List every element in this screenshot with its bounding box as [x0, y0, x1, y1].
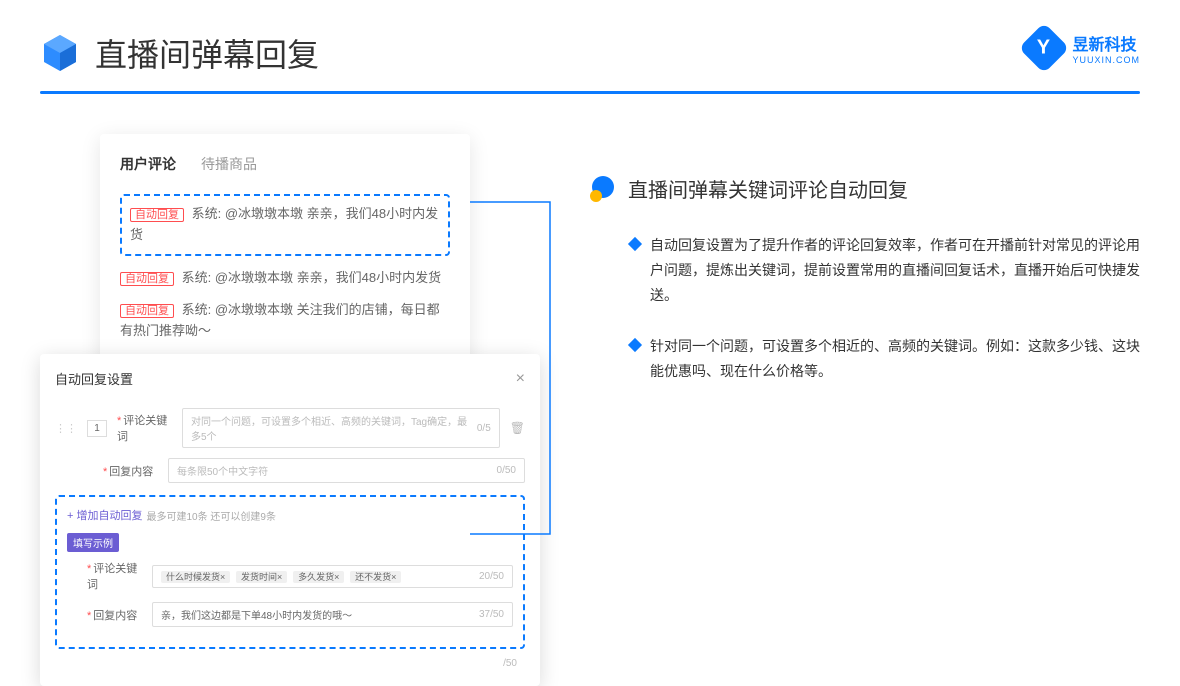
brand-icon: Y — [1019, 23, 1070, 74]
highlighted-comment: 自动回复 系统: @冰墩墩本墩 亲亲，我们48小时内发货 — [120, 194, 450, 256]
screenshot-panel: 用户评论 待播商品 自动回复 系统: @冰墩墩本墩 亲亲，我们48小时内发货 自… — [40, 134, 540, 409]
page-header: 直播间弹幕回复 — [0, 0, 1180, 91]
add-reply-link[interactable]: + 增加自动回复 最多可建10条 还可以创建9条 — [67, 507, 513, 523]
section-title: 直播间弹幕关键词评论自动回复 — [628, 174, 908, 203]
comment-text: 系统: @冰墩墩本墩 亲亲，我们48小时内发货 — [182, 270, 442, 285]
tab-products[interactable]: 待播商品 — [201, 154, 257, 174]
row-number: 1 — [87, 420, 107, 437]
settings-title: 自动回复设置 — [55, 369, 133, 388]
auto-reply-tag: 自动回复 — [120, 304, 174, 318]
bullet-text: 自动回复设置为了提升作者的评论回复效率，作者可在开播前针对常见的评论用户问题，提… — [650, 233, 1140, 309]
content-label: 回复内容 — [109, 466, 153, 478]
ex-keyword-label: 评论关键词 — [87, 563, 137, 591]
bullet-text: 针对同一个问题，可设置多个相近的、高频的关键词。例如：这款多少钱、这块能优惠吗、… — [650, 334, 1140, 384]
settings-card: 自动回复设置 × ⋮⋮ 1 *评论关键词 对同一个问题，可设置多个相近、高频的关… — [40, 354, 540, 686]
tab-comments[interactable]: 用户评论 — [120, 154, 176, 174]
trash-icon[interactable]: 🗑 — [510, 421, 525, 435]
keyword-input[interactable]: 对同一个问题，可设置多个相近、高频的关键词，Tag确定，最多5个0/5 — [182, 408, 500, 448]
keyword-label: 评论关键词 — [117, 415, 167, 443]
logo-cube-icon — [40, 33, 80, 73]
ex-keyword-input[interactable]: 什么时候发货× 发货时间× 多久发货× 还不发货× 20/50 — [152, 565, 513, 588]
comment-item: 自动回复 系统: @冰墩墩本墩 亲亲，我们48小时内发货 — [120, 268, 450, 289]
close-icon[interactable]: × — [516, 370, 525, 388]
bullet-item: 自动回复设置为了提升作者的评论回复效率，作者可在开播前针对常见的评论用户问题，提… — [590, 233, 1140, 309]
content-input[interactable]: 每条限50个中文字符0/50 — [168, 458, 525, 483]
diamond-icon — [628, 337, 642, 351]
ex-content-label: 回复内容 — [93, 610, 137, 622]
diamond-icon — [628, 237, 642, 251]
example-badge: 填写示例 — [67, 533, 119, 552]
auto-reply-tag: 自动回复 — [130, 208, 184, 222]
ex-content-input[interactable]: 亲，我们这边都是下单48小时内发货的哦～37/50 — [152, 602, 513, 627]
comment-item: 自动回复 系统: @冰墩墩本墩 关注我们的店铺，每日都有热门推荐呦～ — [120, 300, 450, 342]
brand-logo: Y 昱新科技 YUUXIN.COM — [1026, 30, 1140, 66]
description-panel: 直播间弹幕关键词评论自动回复 自动回复设置为了提升作者的评论回复效率，作者可在开… — [590, 134, 1140, 409]
bullet-dot-icon — [590, 176, 616, 202]
example-highlight: + 增加自动回复 最多可建10条 还可以创建9条 填写示例 *评论关键词 什么时… — [55, 495, 525, 649]
comments-card: 用户评论 待播商品 自动回复 系统: @冰墩墩本墩 亲亲，我们48小时内发货 自… — [100, 134, 470, 374]
bullet-item: 针对同一个问题，可设置多个相近的、高频的关键词。例如：这款多少钱、这块能优惠吗、… — [590, 334, 1140, 384]
form-row: ⋮⋮ 1 *评论关键词 对同一个问题，可设置多个相近、高频的关键词，Tag确定，… — [55, 408, 525, 448]
auto-reply-tag: 自动回复 — [120, 272, 174, 286]
brand-name: 昱新科技 — [1072, 31, 1140, 55]
brand-sub: YUUXIN.COM — [1072, 55, 1140, 65]
page-title: 直播间弹幕回复 — [95, 30, 319, 76]
